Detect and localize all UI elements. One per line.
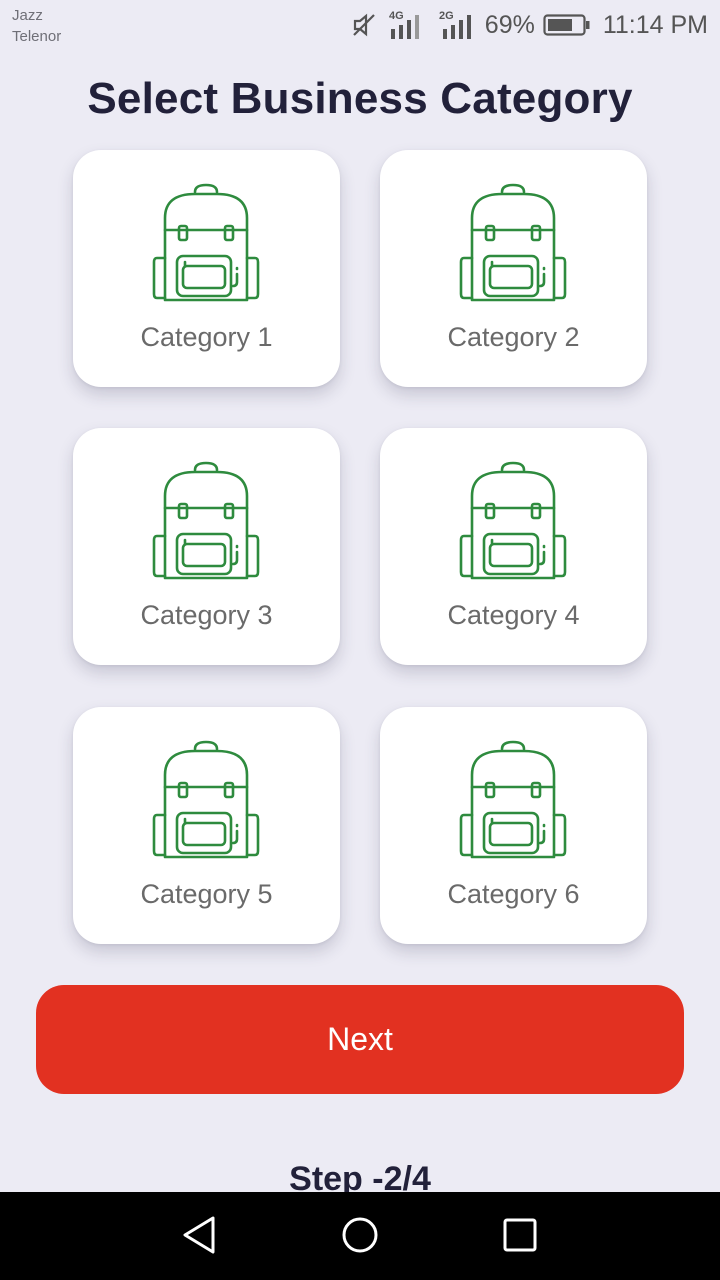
status-icons: 4G 2G 69% 11:14 PM xyxy=(351,6,708,44)
category-card-1[interactable]: Category 1 xyxy=(73,150,340,387)
category-card-4[interactable]: Category 4 xyxy=(380,428,647,665)
carrier-names: Jazz Telenor xyxy=(12,5,61,47)
category-card-3[interactable]: Category 3 xyxy=(73,428,340,665)
category-label: Category 2 xyxy=(447,322,580,352)
clock-time: 11:14 PM xyxy=(602,10,708,39)
category-card-6[interactable]: Category 6 xyxy=(380,707,647,944)
backpack-icon xyxy=(459,183,567,302)
signal-2g-icon: 2G xyxy=(439,10,471,39)
signal-4g-icon: 4G xyxy=(389,10,419,39)
back-icon[interactable] xyxy=(175,1210,225,1260)
recent-apps-icon[interactable] xyxy=(495,1210,545,1260)
network-2-label: 2G xyxy=(439,10,454,22)
category-label: Category 6 xyxy=(447,879,580,909)
category-card-5[interactable]: Category 5 xyxy=(73,707,340,944)
carrier-2: Telenor xyxy=(12,28,62,45)
status-bar: Jazz Telenor 4G 2G 69% 11:14 PM xyxy=(0,0,720,50)
carrier-1: Jazz xyxy=(12,7,43,24)
category-label: Category 1 xyxy=(140,322,273,352)
backpack-icon xyxy=(152,183,260,302)
next-button[interactable]: Next xyxy=(36,985,684,1094)
category-card-2[interactable]: Category 2 xyxy=(380,150,647,387)
battery-icon xyxy=(543,14,590,36)
navigation-bar xyxy=(0,1192,720,1280)
category-label: Category 3 xyxy=(140,600,273,630)
page-title: Select Business Category xyxy=(87,74,633,123)
category-label: Category 5 xyxy=(140,879,273,909)
mute-icon xyxy=(353,13,375,37)
backpack-icon xyxy=(152,461,260,580)
backpack-icon xyxy=(152,740,260,859)
home-icon[interactable] xyxy=(335,1210,385,1260)
backpack-icon xyxy=(459,461,567,580)
battery-percent: 69% xyxy=(484,10,535,39)
network-1-label: 4G xyxy=(389,10,404,22)
backpack-icon xyxy=(459,740,567,859)
category-label: Category 4 xyxy=(447,600,580,630)
